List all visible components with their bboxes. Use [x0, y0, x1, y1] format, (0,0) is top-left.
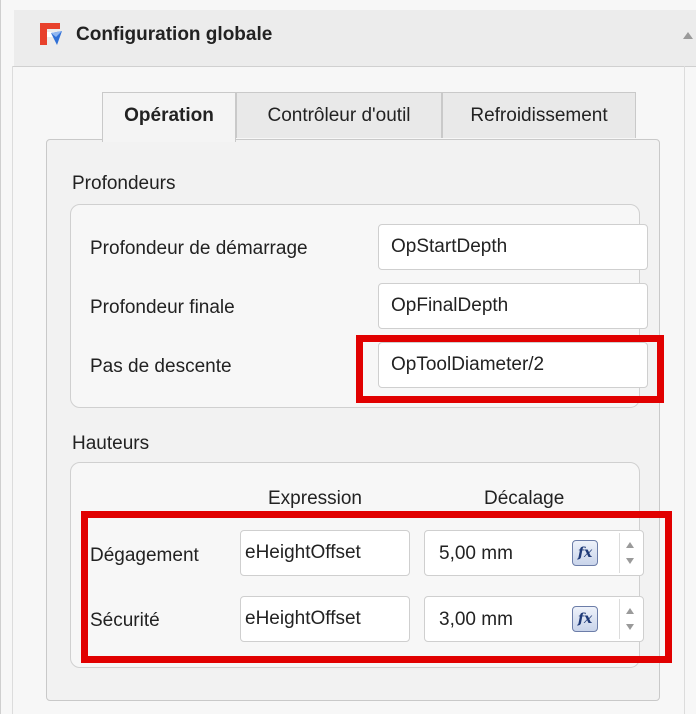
divider — [12, 66, 696, 67]
panel-header[interactable]: Configuration globale — [14, 10, 696, 67]
divider — [12, 66, 13, 714]
app-logo-icon — [40, 23, 62, 45]
tab-label: Opération — [124, 105, 214, 126]
panel-border — [0, 0, 1, 714]
label-step-down: Pas de descente — [90, 356, 232, 377]
start-depth-field[interactable]: OpStartDepth — [378, 224, 648, 270]
tab-operation[interactable]: Opération — [102, 92, 236, 142]
tab-tool-controller[interactable]: Contrôleur d'outil — [236, 92, 442, 138]
label-final-depth: Profondeur finale — [90, 297, 235, 318]
panel-title: Configuration globale — [76, 24, 273, 45]
column-header-expression: Expression — [268, 488, 362, 509]
highlight-box — [356, 335, 664, 403]
group-title-heights: Hauteurs — [72, 433, 150, 454]
label-start-depth: Profondeur de démarrage — [90, 238, 308, 259]
tab-coolant[interactable]: Refroidissement — [442, 92, 636, 138]
highlight-box — [81, 511, 672, 663]
collapse-arrow-icon[interactable] — [682, 30, 694, 40]
group-title-depths: Profondeurs — [72, 173, 176, 194]
tab-label: Refroidissement — [470, 105, 608, 126]
tab-label: Contrôleur d'outil — [267, 105, 411, 126]
task-panel: Configuration globale Opération Contrôle… — [0, 0, 696, 714]
final-depth-field[interactable]: OpFinalDepth — [378, 283, 648, 329]
column-header-offset: Décalage — [484, 488, 565, 509]
divider — [684, 66, 685, 714]
